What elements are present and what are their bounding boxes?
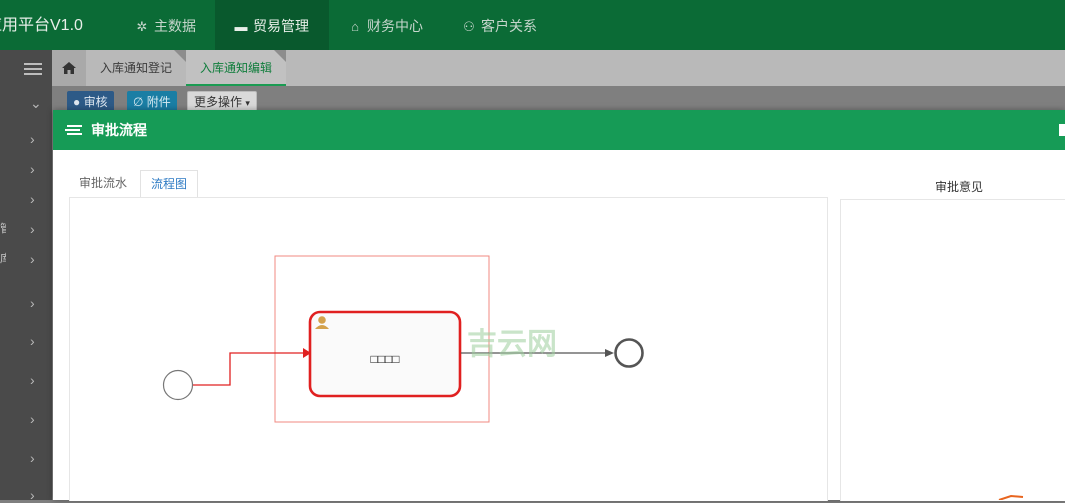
- nav-item-trade-management[interactable]: ▬ 贸易管理: [215, 0, 329, 50]
- user-task-label: □□□□: [371, 352, 400, 366]
- house-icon: ⌂: [351, 19, 359, 34]
- app-title: 应用平台V1.0: [0, 17, 83, 34]
- chevron-right-icon[interactable]: ›: [30, 412, 40, 426]
- users-icon: ⚇: [463, 19, 475, 34]
- nav-item-finance-center[interactable]: ⌂ 财务中心: [329, 0, 437, 50]
- sidebar: [0, 50, 52, 500]
- page-tab-inbound-edit[interactable]: 入库通知编辑: [186, 50, 287, 86]
- approval-flow-dialog: 审批流程 审批流水 流程图 审批意见 □□□□ 吉云网: [53, 110, 1065, 501]
- nav-item-label: 贸易管理: [253, 18, 309, 34]
- user-icon: ●: [73, 95, 81, 109]
- start-event[interactable]: [162, 369, 194, 401]
- chevron-right-icon[interactable]: ›: [30, 222, 40, 236]
- sidebar-item-label: 管: [0, 223, 6, 235]
- chevron-down-icon[interactable]: ⌄: [30, 96, 42, 110]
- chevron-right-icon[interactable]: ›: [30, 252, 40, 266]
- sidebar-item-label: 库: [0, 253, 6, 265]
- attachment-button-label: 附件: [146, 95, 171, 109]
- nav-item-label: 客户关系: [481, 18, 537, 34]
- money-icon: ▬: [234, 19, 248, 34]
- menu-toggle-icon[interactable]: [24, 60, 42, 78]
- caret-down-icon: ▾: [245, 98, 250, 108]
- more-actions-label: 更多操作: [194, 95, 243, 109]
- nav-item-label: 财务中心: [367, 18, 423, 34]
- chevron-right-icon[interactable]: ›: [30, 373, 40, 387]
- chevron-right-icon[interactable]: ›: [30, 296, 40, 310]
- gear-icon: ✲: [136, 19, 148, 34]
- sequence-flow-start-to-task: [193, 352, 303, 386]
- tab-corner-decoration: [174, 50, 186, 62]
- end-event[interactable]: [614, 338, 644, 368]
- nav-item-label: 主数据: [154, 18, 196, 34]
- nav-item-customer-relations[interactable]: ⚇ 客户关系: [443, 0, 553, 50]
- tab-corner-decoration: [274, 50, 286, 62]
- chevron-right-icon[interactable]: ›: [30, 334, 40, 348]
- page-tab-inbound-register[interactable]: 入库通知登记: [86, 50, 186, 86]
- chevron-right-icon[interactable]: ›: [30, 162, 40, 176]
- chevron-right-icon[interactable]: ›: [30, 451, 40, 465]
- chevron-right-icon[interactable]: ›: [30, 132, 40, 146]
- arrowhead: [605, 349, 614, 357]
- bpmn-diagram: □□□□ 吉云网: [162, 255, 1024, 500]
- paperclip-icon: ∅: [133, 95, 144, 109]
- audit-button-label: 审核: [83, 95, 108, 109]
- home-icon: [62, 62, 76, 74]
- orange-annotation-mark: [998, 494, 1024, 500]
- watermark-text: 吉云网: [467, 328, 557, 361]
- chevron-right-icon[interactable]: ›: [30, 192, 40, 206]
- nav-item-master-data[interactable]: ✲ 主数据: [120, 0, 215, 50]
